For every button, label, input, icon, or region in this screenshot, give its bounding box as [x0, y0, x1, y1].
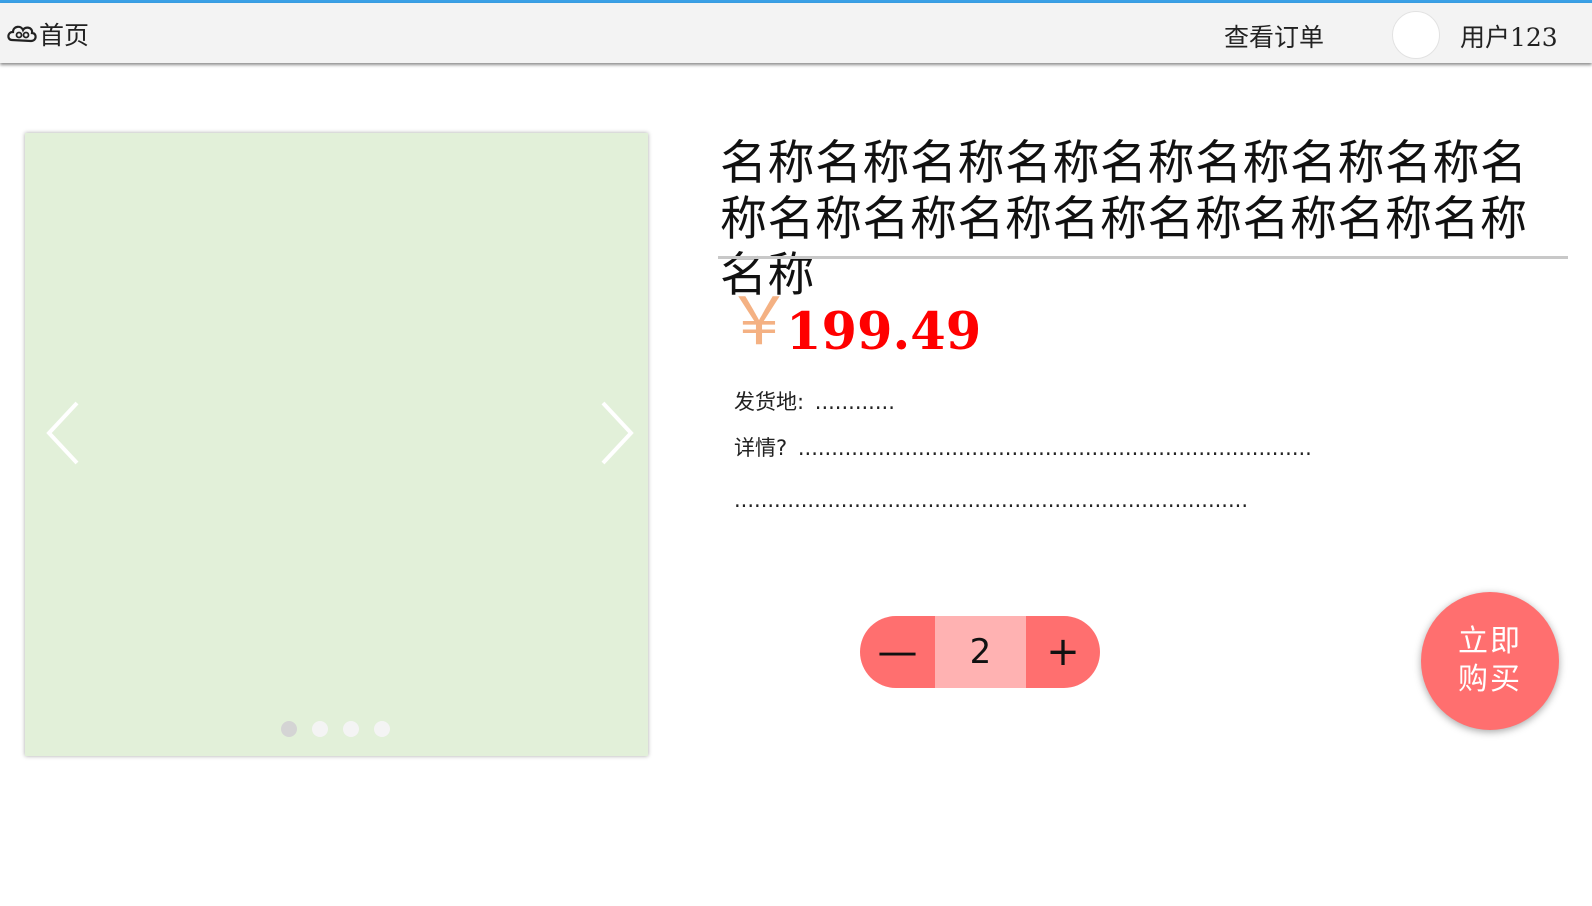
quantity-value[interactable]: 2	[935, 616, 1026, 688]
increase-quantity-button[interactable]: +	[1026, 616, 1100, 688]
navbar: 首页 查看订单 用户123	[0, 3, 1592, 63]
ship-from-value: ............	[814, 390, 895, 414]
title-divider	[718, 256, 1568, 259]
detail-value: ........................................…	[797, 436, 1312, 460]
carousel-prev-button[interactable]	[43, 398, 87, 468]
carousel-dot-2[interactable]	[312, 721, 328, 737]
chevron-right-icon	[601, 401, 634, 465]
detail-label: 详情?	[734, 436, 788, 460]
home-label: 首页	[39, 21, 90, 50]
ship-from-label: 发货地:	[734, 390, 805, 414]
chevron-left-icon	[46, 401, 79, 465]
currency-symbol: ￥	[726, 283, 792, 360]
avatar[interactable]	[1392, 11, 1440, 59]
carousel-indicators	[281, 721, 390, 737]
detail-row-continued: ........................................…	[734, 488, 1248, 512]
view-orders-link[interactable]: 查看订单	[1224, 18, 1324, 54]
quantity-stepper: — 2 +	[860, 616, 1100, 688]
ship-from-row: 发货地: ............	[734, 386, 895, 416]
carousel-dot-4[interactable]	[374, 721, 390, 737]
product-price: 199.49	[786, 302, 982, 362]
detail-row: 详情? ....................................…	[734, 432, 1312, 462]
product-image-carousel	[25, 133, 648, 756]
carousel-dot-1[interactable]	[281, 721, 297, 737]
cloud-icon	[6, 20, 38, 48]
decrease-quantity-button[interactable]: —	[860, 616, 935, 688]
buy-now-label: 立即购买	[1458, 624, 1522, 697]
detail-value-continued: ........................................…	[734, 488, 1248, 512]
product-title: 名称名称名称名称名称名称名称名称名称名称名称名称名称名称名称名称名称名称	[720, 136, 1528, 303]
carousel-next-button[interactable]	[593, 398, 637, 468]
home-link[interactable]: 首页	[6, 17, 89, 51]
user-name-link[interactable]: 用户123	[1460, 18, 1558, 54]
buy-now-button[interactable]: 立即购买	[1421, 592, 1559, 730]
carousel-dot-3[interactable]	[343, 721, 359, 737]
